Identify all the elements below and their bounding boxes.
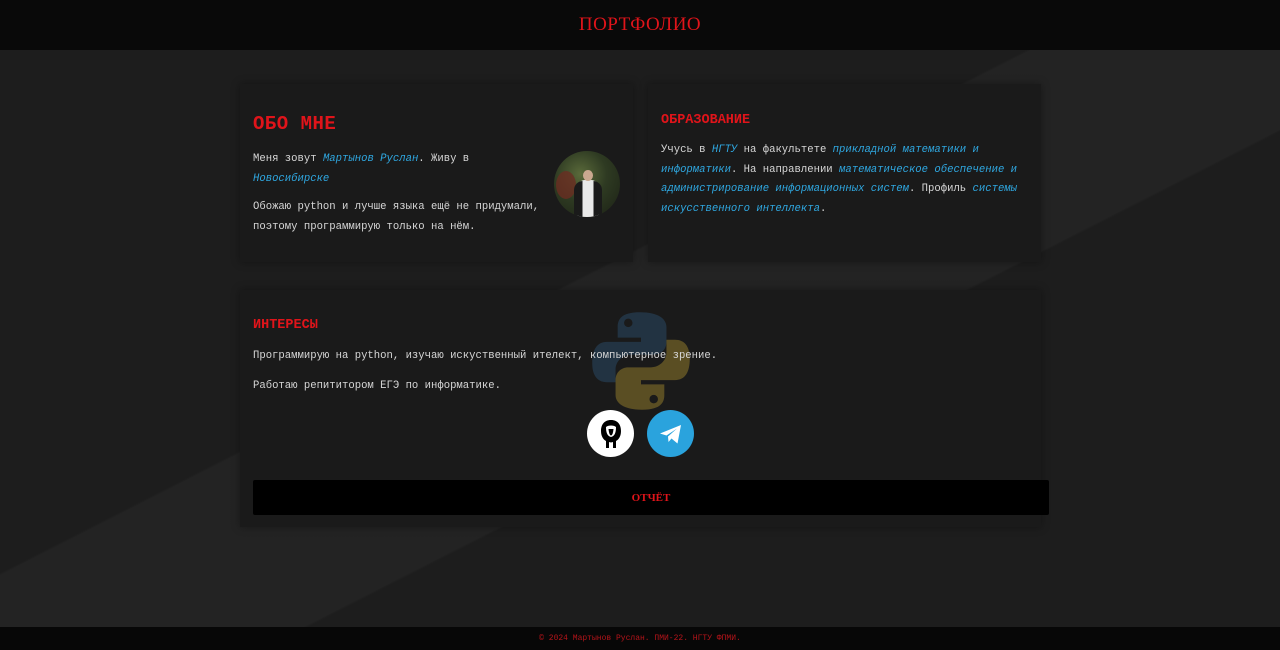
education-text-5: . [819,202,827,215]
university-link[interactable]: НГТУ [712,144,737,156]
about-heading: ОБО МНЕ [253,113,337,135]
interests-text-2: Работаю репититором ЕГЭ по информатике. [253,380,501,392]
site-footer: © 2024 Мартынов Руслан. ПМИ-22. НГТУ ФПМ… [0,627,1280,650]
about-card: ОБО МНЕ Меня зовут Мартынов Руслан. Живу… [240,84,633,262]
avatar-background-tree [556,171,576,199]
interests-text-1: Программирую на python, изучаю искуствен… [253,350,718,362]
avatar-person-head [583,170,593,181]
education-text-3: . На направлении [730,163,840,176]
site-title: ПОРТФОЛИО [578,14,702,35]
education-text-1: Учусь в [661,144,712,156]
interests-heading: ИНТЕРЕСЫ [253,318,318,333]
github-icon [600,419,621,448]
about-intro-text: Меня зовут [253,153,323,165]
education-text: Учусь в НГТУ на факультете прикладной ма… [661,141,1029,219]
report-button[interactable]: ОТЧЁТ [253,480,1049,515]
education-text-4: . Профиль [908,183,973,195]
author-name-link[interactable]: Мартынов Руслан [323,153,418,165]
education-text-2: на факультете [737,144,833,156]
telegram-link[interactable] [647,410,694,457]
github-link[interactable] [587,410,634,457]
about-python-text: Обожаю python и лучше языка ещё не приду… [253,201,540,233]
site-header: ПОРТФОЛИО [0,0,1280,50]
about-intro: Меня зовут Мартынов Руслан. Живу в Новос… [253,150,543,189]
interests-card: ИНТЕРЕСЫ Программирую на python, изучаю … [240,290,1049,527]
education-heading: ОБРАЗОВАНИЕ [661,113,751,128]
about-intro-text-2: . Живу в [418,153,470,165]
city-link[interactable]: Новосибирске [253,173,329,185]
avatar [554,151,620,217]
education-card: ОБРАЗОВАНИЕ Учусь в НГТУ на факультете п… [648,84,1041,262]
copyright-text: © 2024 Мартынов Руслан. ПМИ-22. НГТУ ФПМ… [539,634,741,643]
telegram-icon [659,424,681,443]
avatar-person-coat [574,181,602,217]
